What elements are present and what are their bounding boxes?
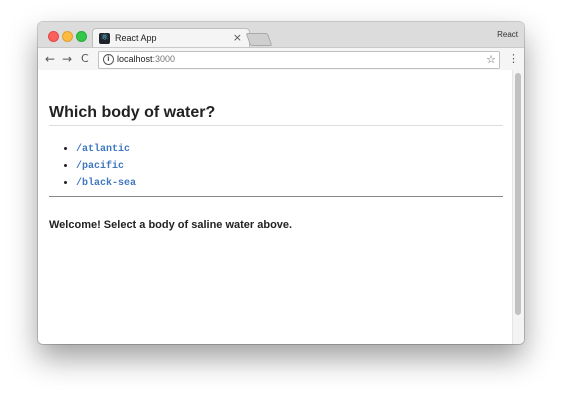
- maximize-window-button[interactable]: [76, 31, 87, 42]
- react-logo-icon: ⚛: [99, 33, 110, 44]
- back-arrow-icon[interactable]: ←: [45, 51, 55, 67]
- water-body-link-list: /atlantic /pacific /black-sea: [49, 140, 136, 191]
- list-item: /atlantic: [76, 140, 136, 157]
- bookmark-star-icon[interactable]: ☆: [486, 53, 496, 66]
- reload-icon[interactable]: C: [81, 51, 89, 67]
- link-atlantic[interactable]: /atlantic: [76, 144, 130, 155]
- browser-toolbar: ← → C i localhost:3000 ☆ ⋮: [38, 47, 524, 72]
- scrollbar-thumb[interactable]: [515, 73, 521, 315]
- close-window-button[interactable]: [48, 31, 59, 42]
- divider: [49, 196, 503, 197]
- tab-react-app[interactable]: ⚛ React App ×: [92, 28, 250, 48]
- page-title: Which body of water?: [49, 104, 503, 126]
- browser-window: ⚛ React App × React ← → C i localhost:30…: [38, 22, 524, 344]
- new-tab-button[interactable]: [245, 33, 273, 46]
- forward-arrow-icon[interactable]: →: [62, 51, 72, 67]
- minimize-window-button[interactable]: [62, 31, 73, 42]
- vertical-scrollbar[interactable]: [512, 70, 524, 344]
- welcome-message: Welcome! Select a body of saline water a…: [49, 219, 293, 231]
- profile-label[interactable]: React: [497, 30, 518, 39]
- url-port: :3000: [152, 54, 176, 64]
- title-bar: ⚛ React App × React: [38, 22, 524, 48]
- link-black-sea[interactable]: /black-sea: [76, 178, 136, 189]
- tab-close-icon[interactable]: ×: [233, 31, 242, 44]
- link-pacific[interactable]: /pacific: [76, 161, 124, 172]
- tab-title: React App: [115, 33, 157, 43]
- kebab-menu-icon[interactable]: ⋮: [508, 51, 519, 67]
- list-item: /black-sea: [76, 174, 136, 191]
- page-viewport: Which body of water? /atlantic /pacific …: [38, 70, 524, 344]
- url-host: localhost: [117, 54, 153, 64]
- list-item: /pacific: [76, 157, 136, 174]
- info-icon[interactable]: i: [103, 54, 114, 65]
- address-bar[interactable]: i localhost:3000 ☆: [98, 51, 500, 69]
- url-text: localhost:3000: [117, 54, 175, 64]
